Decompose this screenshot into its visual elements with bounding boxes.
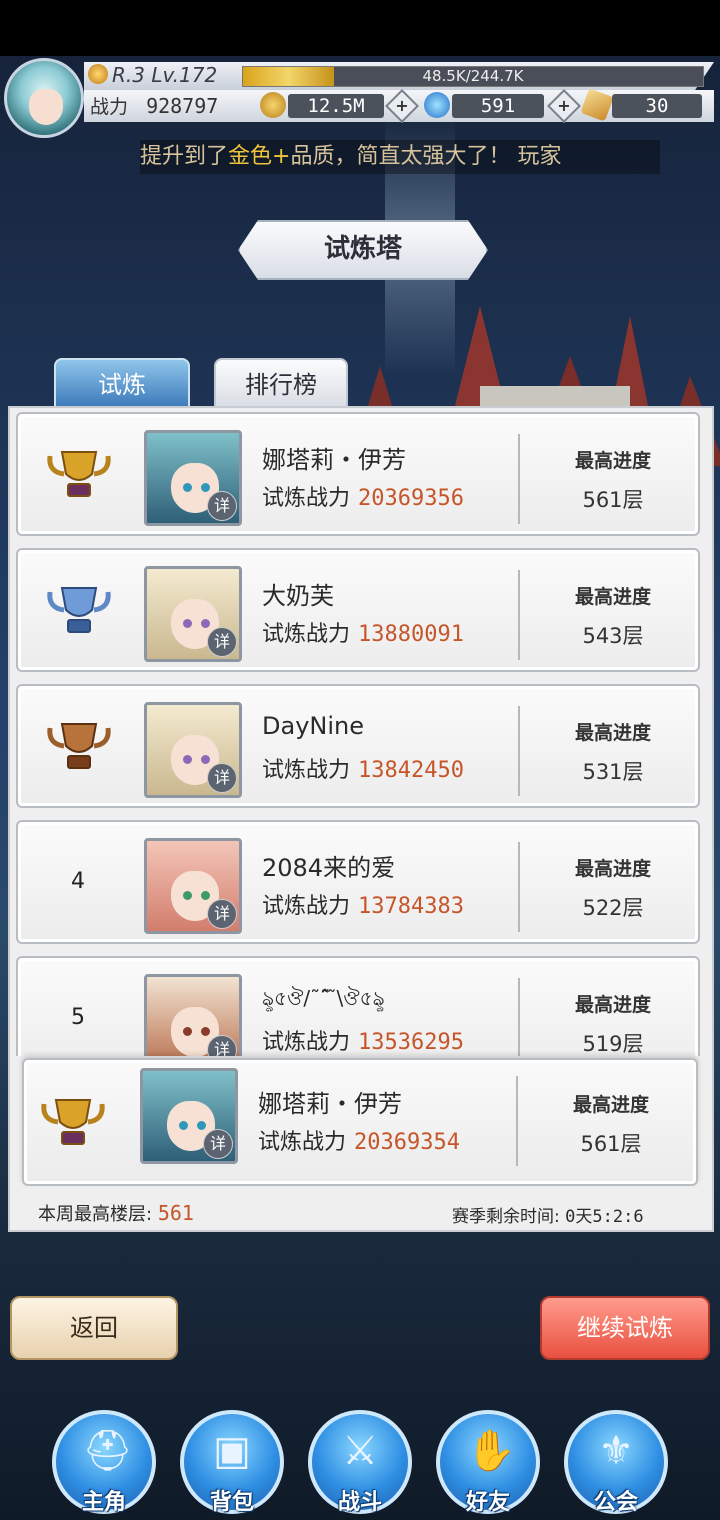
best-progress-value: 519层 (582, 1032, 644, 1056)
divider (516, 1076, 518, 1166)
crossed-swords-icon: ⚔ (342, 1428, 378, 1474)
nav-label: 公会 (593, 1490, 638, 1515)
gold-trophy-icon (41, 1099, 105, 1145)
weekly-best-floor: 本周最高楼层: 561 (38, 1200, 194, 1226)
trial-power: 试炼战力 13842450 (262, 758, 464, 783)
trial-power: 试炼战力 20369354 (258, 1130, 460, 1155)
gold-trophy-icon (47, 451, 111, 497)
rank-level: R.3 Lv.172 (112, 63, 218, 87)
leaderboard-row[interactable]: 详 娜塔莉・伊芳 试炼战力 20369356 最高进度 561层 (16, 412, 700, 536)
leaderboard-list[interactable]: 详 娜塔莉・伊芳 试炼战力 20369356 最高进度 561层 详 大奶芙 试炼… (14, 412, 704, 1056)
screen-title: 试炼塔 (323, 234, 402, 264)
nav-friends[interactable]: ✋ 好友 (436, 1410, 540, 1520)
divider (518, 434, 520, 524)
rank-number: 5 (71, 1005, 85, 1030)
player-portrait[interactable]: 详 (144, 702, 242, 798)
exp-text: 48.5K/244.7K (422, 67, 524, 85)
backpack-icon: ▣ (213, 1428, 251, 1474)
weekly-best-value: 561 (157, 1201, 194, 1225)
detail-badge[interactable]: 详 (207, 763, 237, 793)
gold-coin-icon (260, 92, 286, 118)
tab-leaderboard[interactable]: 排行榜 (214, 358, 348, 410)
helmet-icon: ⛑ (82, 1428, 133, 1474)
nav-label: 背包 (209, 1490, 254, 1515)
tab-trial[interactable]: 试炼 (54, 358, 190, 410)
best-progress-value: 561层 (580, 1132, 642, 1156)
season-remaining: 赛季剩余时间: 0天5:2:6 (452, 1202, 644, 1227)
trial-power: 试炼战力 20369356 (262, 486, 464, 511)
gem-icon (424, 92, 450, 118)
detail-badge[interactable]: 详 (207, 899, 237, 929)
gold-amount: 12.5M (288, 94, 384, 118)
player-portrait[interactable]: 详 (140, 1068, 238, 1164)
best-progress-label: 最高进度 (574, 858, 651, 880)
nav-hero[interactable]: ⛑ 主角 (52, 1410, 156, 1520)
best-progress-label: 最高进度 (574, 994, 651, 1016)
power-label: 战力 (90, 96, 129, 118)
rank-number: 4 (71, 869, 85, 894)
player-name: 娜塔莉・伊芳 (262, 446, 406, 474)
player-name: ৡ৫ঔ/˜ˆ̃ ̃\ঔ৫ৡ (262, 986, 385, 1010)
my-ranking-row[interactable]: 详 娜塔莉・伊芳 试炼战力 20369354 最高进度 561层 (22, 1058, 698, 1186)
player-name: 娜塔莉・伊芳 (258, 1090, 402, 1118)
guild-crest-icon: ⚜ (598, 1428, 634, 1474)
leaderboard-row[interactable]: 详 DayNine 试炼战力 13842450 最高进度 531层 (16, 684, 700, 808)
player-name: 2084来的爱 (262, 854, 396, 882)
season-remaining-value: 0天5:2:6 (565, 1207, 644, 1227)
back-button[interactable]: 返回 (10, 1296, 178, 1360)
player-portrait[interactable]: 详 (144, 566, 242, 662)
detail-badge[interactable]: 详 (207, 1035, 237, 1056)
player-name: 大奶芙 (262, 582, 334, 610)
exp-bar: 48.5K/244.7K (242, 66, 704, 87)
marquee-highlight: 金色+ (228, 144, 291, 169)
best-progress-value: 531层 (582, 760, 644, 784)
player-avatar[interactable] (4, 58, 84, 138)
player-portrait[interactable]: 详 (144, 838, 242, 934)
trial-power: 试炼战力 13536295 (262, 1030, 464, 1055)
power-value: 928797 (146, 94, 219, 118)
leaderboard-row[interactable]: 详 大奶芙 试炼战力 13880091 最高进度 543层 (16, 548, 700, 672)
leaderboard-row[interactable]: 5 详 ৡ৫ঔ/˜ˆ̃ ̃\ঔ৫ৡ 试炼战力 13536295 最高进度 519层 (16, 956, 700, 1056)
screen-title-plate: 试炼塔 (238, 220, 488, 280)
best-progress-value: 561层 (582, 488, 644, 512)
bronze-trophy-icon (47, 723, 111, 769)
marquee-text-after: 品质，简直太强大了！ 玩家 (290, 144, 562, 169)
best-progress-label: 最高进度 (572, 1094, 649, 1116)
player-portrait[interactable]: 详 (144, 974, 242, 1056)
divider (518, 570, 520, 660)
divider (518, 706, 520, 796)
player-name: DayNine (262, 712, 364, 740)
trial-power: 试炼战力 13784383 (262, 894, 464, 919)
nav-guild[interactable]: ⚜ 公会 (564, 1410, 668, 1520)
trial-power: 试炼战力 13880091 (262, 622, 464, 647)
nav-label: 战斗 (337, 1490, 382, 1515)
player-portrait[interactable]: 详 (144, 430, 242, 526)
divider (518, 978, 520, 1056)
nav-label: 好友 (465, 1490, 510, 1515)
divider (518, 842, 520, 932)
season-remaining-label: 赛季剩余时间: (452, 1207, 560, 1227)
continue-trial-button[interactable]: 继续试炼 (540, 1296, 710, 1360)
handshake-icon: ✋ (466, 1428, 516, 1474)
marquee-text-before: 提升到了 (140, 144, 229, 169)
best-progress-value: 543层 (582, 624, 644, 648)
leaderboard-row[interactable]: 4 详 2084来的爱 试炼战力 13784383 最高进度 522层 (16, 820, 700, 944)
best-progress-label: 最高进度 (574, 722, 651, 744)
weekly-best-label: 本周最高楼层: (38, 1204, 153, 1225)
best-progress-label: 最高进度 (574, 586, 651, 608)
best-progress-label: 最高进度 (574, 450, 651, 472)
nav-backpack[interactable]: ▣ 背包 (180, 1410, 284, 1520)
detail-badge[interactable]: 详 (203, 1129, 233, 1159)
nav-label: 主角 (81, 1490, 126, 1515)
silver-trophy-icon (47, 587, 111, 633)
announcement-marquee: 提升到了金色+品质，简直太强大了！ 玩家 (140, 140, 660, 174)
best-progress-value: 522层 (582, 896, 644, 920)
nav-battle[interactable]: ⚔ 战斗 (308, 1410, 412, 1520)
crown-icon (88, 64, 108, 84)
detail-badge[interactable]: 详 (207, 627, 237, 657)
player-power: 战力 928797 (90, 92, 218, 121)
detail-badge[interactable]: 详 (207, 491, 237, 521)
gem-amount: 591 (452, 94, 544, 118)
ticket-amount: 30 (612, 94, 702, 118)
